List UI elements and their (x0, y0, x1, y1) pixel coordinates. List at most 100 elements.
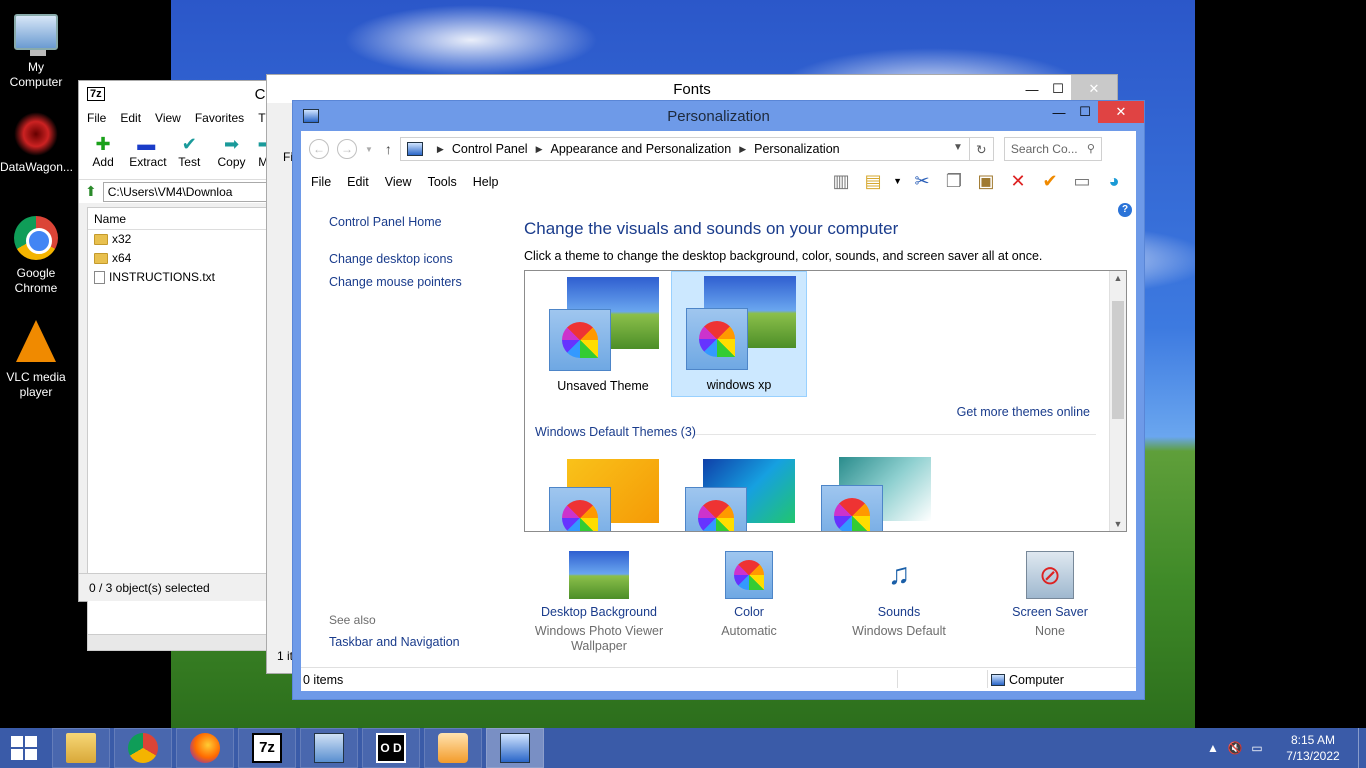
up-folder-icon[interactable]: ⬆ (85, 183, 97, 200)
recent-pages-chevron-icon[interactable]: ▼ (365, 145, 373, 154)
sevenzip-path-input[interactable]: C:\Users\VM4\Downloa (102, 181, 277, 202)
chrome-icon (14, 216, 58, 260)
taskbar-file-explorer[interactable] (52, 728, 110, 768)
sevenzip-window[interactable]: 7z C: File Edit View Favorites T ✚ Add ▬… (78, 80, 278, 651)
personalization-titlebar[interactable]: Personalization — ☐ ✕ (293, 101, 1144, 131)
theme-windows[interactable] (535, 459, 671, 531)
taskbar-media-player[interactable] (424, 728, 482, 768)
layout-pane-icon[interactable]: ▥ (829, 169, 853, 193)
delete-icon[interactable]: ✕ (1006, 169, 1030, 193)
menu-tools[interactable]: Tools (428, 175, 457, 189)
link-control-panel-home[interactable]: Control Panel Home (329, 211, 519, 234)
scroll-down-icon[interactable]: ▼ (1110, 519, 1126, 529)
theme-flowers[interactable] (807, 457, 943, 531)
link-taskbar-and-navigation[interactable]: Taskbar and Navigation (329, 635, 460, 649)
sounds-setting[interactable]: ♫ Sounds Windows Default (824, 551, 974, 639)
list-item[interactable]: x32 (88, 230, 266, 249)
menu-file[interactable]: File (311, 175, 331, 189)
network-icon[interactable]: ▭ (1246, 741, 1268, 755)
column-header-name[interactable]: Name (88, 208, 266, 230)
breadcrumb-appearance[interactable]: Appearance and Personalization (551, 142, 732, 156)
desktop-icon-my-computer[interactable]: My Computer (0, 8, 72, 90)
address-dropdown-icon[interactable]: ▼ (953, 142, 963, 153)
breadcrumb-personalization[interactable]: Personalization (754, 142, 839, 156)
group-header-default-themes[interactable]: Windows Default Themes (3) (535, 425, 696, 439)
breadcrumb-chevron-icon[interactable]: ▶ (437, 144, 444, 155)
help-icon[interactable]: ? (1118, 203, 1132, 217)
scrollbar-thumb[interactable] (1112, 301, 1124, 419)
breadcrumb-chevron-icon[interactable]: ▶ (739, 144, 746, 155)
minimize-button[interactable]: — (1019, 75, 1045, 103)
media-player-icon (438, 733, 468, 763)
search-input[interactable]: Search Co... ⚲ (1003, 137, 1102, 161)
show-hidden-icons-chevron-icon[interactable]: ▲ (1202, 741, 1224, 755)
check-icon[interactable]: ✔ (1038, 169, 1062, 193)
dropdown-chevron-icon[interactable]: ▼ (893, 176, 902, 186)
sevenzip-menu-view[interactable]: View (155, 111, 181, 125)
link-change-mouse-pointers[interactable]: Change mouse pointers (329, 271, 519, 294)
sevenzip-menu-tools[interactable]: T (258, 111, 265, 125)
horizontal-scrollbar[interactable] (88, 634, 266, 650)
list-item[interactable]: x64 (88, 249, 266, 268)
forward-button[interactable]: → (337, 139, 357, 159)
clock[interactable]: 8:15 AM 7/13/2022 (1268, 732, 1358, 764)
maximize-button[interactable]: ☐ (1072, 101, 1098, 123)
list-item[interactable]: INSTRUCTIONS.txt (88, 268, 266, 287)
theme-lines-and-colors[interactable] (671, 459, 807, 531)
scroll-up-icon[interactable]: ▲ (1110, 273, 1126, 283)
close-button[interactable]: ✕ (1098, 101, 1144, 123)
fonts-titlebar[interactable]: Fonts — ☐ ✕ (267, 75, 1117, 103)
sevenzip-address: ⬆ C:\Users\VM4\Downloa (79, 179, 277, 203)
address-bar[interactable]: ▶ Control Panel ▶ Appearance and Persona… (399, 137, 994, 161)
search-icon[interactable]: ⚲ (1087, 142, 1095, 155)
close-button[interactable]: ✕ (1071, 75, 1117, 103)
paste-icon[interactable]: ▣ (974, 169, 998, 193)
screen-saver-icon: ⊘ (1026, 551, 1074, 599)
taskbar-chrome[interactable] (114, 728, 172, 768)
test-button[interactable]: ✔ Test (173, 133, 205, 175)
breadcrumb-chevron-icon[interactable]: ▶ (536, 144, 543, 155)
back-button[interactable]: ← (309, 139, 329, 159)
refresh-icon[interactable]: ↻ (968, 138, 993, 160)
link-get-more-themes[interactable]: Get more themes online (957, 405, 1090, 419)
sevenzip-menu-edit[interactable]: Edit (120, 111, 141, 125)
folder-properties-icon[interactable]: ▤ (861, 169, 885, 193)
cut-icon[interactable]: ✂ (910, 169, 934, 193)
taskbar-control-panel[interactable] (486, 728, 544, 768)
taskbar-7zip[interactable]: 7z (238, 728, 296, 768)
rename-icon[interactable]: ▭ (1070, 169, 1094, 193)
volume-muted-icon[interactable]: 🔇 (1224, 741, 1246, 755)
sevenzip-menu-favorites[interactable]: Favorites (195, 111, 244, 125)
taskbar-firefox[interactable] (176, 728, 234, 768)
extract-button[interactable]: ▬ Extract (129, 133, 166, 175)
desktop-icon-vlc[interactable]: VLC media player (0, 320, 72, 400)
copy-button[interactable]: ➡ Copy (215, 133, 247, 175)
taskbar-installer[interactable] (300, 728, 358, 768)
menu-view[interactable]: View (385, 175, 412, 189)
theme-list-scrollbar[interactable]: ▲ ▼ (1109, 271, 1126, 531)
desktop-icon-chrome[interactable]: Google Chrome (0, 216, 72, 296)
maximize-button[interactable]: ☐ (1045, 75, 1071, 103)
link-change-desktop-icons[interactable]: Change desktop icons (329, 248, 519, 271)
theme-unsaved[interactable]: Unsaved Theme (535, 273, 671, 399)
color-setting[interactable]: Color Automatic (674, 551, 824, 639)
add-button[interactable]: ✚ Add (87, 133, 119, 175)
desktop-background-setting[interactable]: Desktop Background Windows Photo Viewer … (524, 551, 674, 654)
breadcrumb-control-panel[interactable]: Control Panel (452, 142, 528, 156)
copy-icon[interactable]: ❐ (942, 169, 966, 193)
menu-edit[interactable]: Edit (347, 175, 369, 189)
minimize-button[interactable]: — (1046, 101, 1072, 123)
globe-icon[interactable]: ◕ (1102, 169, 1126, 193)
taskbar-oodi[interactable]: O D (362, 728, 420, 768)
screen-saver-setting[interactable]: ⊘ Screen Saver None (975, 551, 1125, 639)
personalization-window[interactable]: Personalization — ☐ ✕ ← → ▼ ↑ ▶ Control … (292, 100, 1145, 700)
theme-windows-xp[interactable]: windows xp (671, 271, 807, 397)
desktop-icon-datawagon[interactable]: DataWagon... (0, 112, 73, 175)
sevenzip-menu-file[interactable]: File (87, 111, 106, 125)
show-desktop-button[interactable] (1358, 728, 1366, 768)
sevenzip-titlebar[interactable]: 7z C: (79, 81, 277, 107)
start-button[interactable] (0, 728, 48, 768)
up-arrow-icon[interactable]: ↑ (385, 141, 392, 157)
menu-help[interactable]: Help (473, 175, 499, 189)
system-tray: ▲ 🔇 ▭ 8:15 AM 7/13/2022 (1202, 728, 1366, 768)
